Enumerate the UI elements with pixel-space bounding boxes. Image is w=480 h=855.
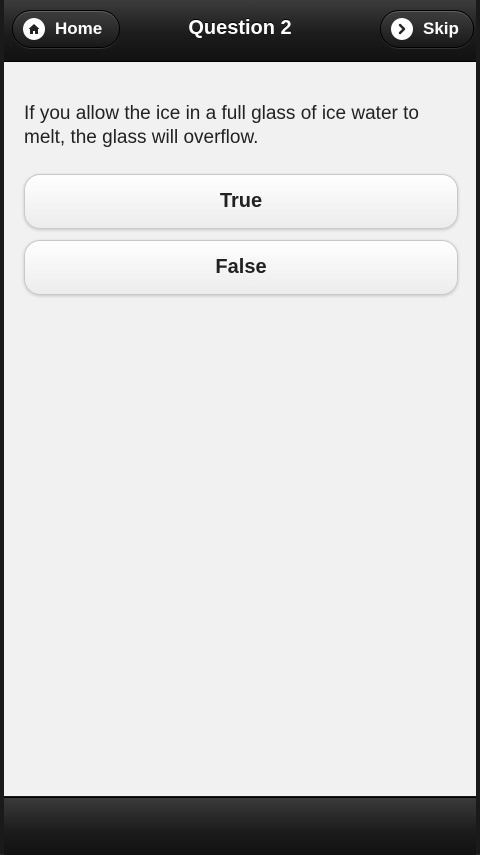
app-screen: Home Question 2 Skip If you allow the ic… (0, 0, 480, 855)
true-button[interactable]: True (24, 174, 458, 229)
chevron-right-icon (391, 18, 413, 40)
false-button-label: False (215, 256, 267, 278)
false-button[interactable]: False (24, 240, 458, 295)
header-bar: Home Question 2 Skip (4, 0, 476, 62)
question-text: If you allow the ice in a full glass of … (24, 103, 419, 148)
content-area: If you allow the ice in a full glass of … (4, 62, 476, 796)
skip-button-label: Skip (423, 19, 459, 38)
skip-button[interactable]: Skip (380, 10, 474, 48)
true-button-label: True (219, 190, 263, 212)
footer-bar (4, 797, 476, 855)
